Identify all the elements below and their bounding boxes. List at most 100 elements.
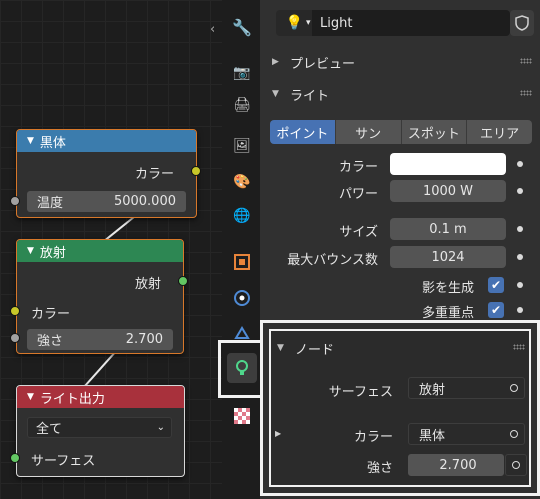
light-type-point[interactable]: ポイント <box>270 120 336 144</box>
expand-triangle-icon: ▶ <box>272 57 279 67</box>
light-output-node[interactable]: ▼ ライト出力 全て ⌄ サーフェス <box>16 385 185 477</box>
collapse-triangle-icon[interactable]: ▼ <box>27 246 34 256</box>
chevron-down-icon: ▾ <box>305 18 311 28</box>
expand-triangle-icon[interactable]: ▶ <box>275 429 281 438</box>
properties-tab-column: 🔧 📷 🖨 🖼 🎨 🌐 <box>222 0 260 499</box>
emission-output-socket[interactable] <box>178 276 188 286</box>
scene-icon: 🎨 <box>233 174 251 190</box>
light-panel-title: ライト <box>290 88 330 104</box>
tab-view-layer[interactable]: 🖼 <box>227 131 257 161</box>
color-label: カラー <box>338 160 378 175</box>
blackbody-color-output-socket[interactable] <box>191 166 201 176</box>
tab-texture[interactable] <box>227 401 257 431</box>
temperature-input-socket[interactable] <box>10 196 20 206</box>
target-select[interactable]: 全て ⌄ <box>27 417 172 438</box>
drag-grip-icon[interactable] <box>520 90 532 96</box>
light-name-value: Light <box>320 15 353 31</box>
size-field[interactable]: 0.1 m <box>390 218 506 240</box>
strength-link-socket-button[interactable] <box>505 454 527 476</box>
color-link-value: 黒体 <box>419 428 446 444</box>
multiple-importance-checkbox[interactable]: ✔ <box>488 302 504 318</box>
strength-value: 2.700 <box>125 332 163 347</box>
keyframe-dot-icon[interactable] <box>517 188 523 194</box>
temperature-label: 温度 <box>37 196 64 211</box>
drag-grip-icon[interactable] <box>513 344 525 350</box>
strength-label: 強さ <box>37 334 64 349</box>
node-editor[interactable]: ▼ 黒体 カラー 温度 5000.000 ▼ 放射 放射 カラー 強さ 2.70… <box>0 0 222 499</box>
tab-render[interactable]: 📷 <box>227 58 257 88</box>
color-swatch[interactable] <box>390 153 506 175</box>
emission-node[interactable]: ▼ 放射 放射 カラー 強さ 2.700 <box>16 239 184 354</box>
blackbody-node[interactable]: ▼ 黒体 カラー 温度 5000.000 <box>16 129 197 218</box>
chevron-left-icon[interactable]: ‹ <box>210 22 215 37</box>
multiple-importance-label: 多重重点 <box>421 306 474 321</box>
strength-link-value: 2.700 <box>439 457 477 473</box>
strength-link-label: 強さ <box>366 461 393 476</box>
render-icon: 📷 <box>233 65 251 81</box>
emission-node-header[interactable]: ▼ 放射 <box>17 240 183 262</box>
keyframe-dot-icon[interactable] <box>517 254 523 260</box>
light-type-area[interactable]: エリア <box>467 120 532 144</box>
blackbody-node-header[interactable]: ▼ 黒体 <box>17 130 196 152</box>
color-link-label: カラー <box>353 430 393 445</box>
nodes-panel-highlight: ▼ ノード サーフェス 放射 ▶ カラー 黒体 強さ 2.700 <box>260 320 540 496</box>
surface-link-value: 放射 <box>419 382 446 398</box>
view-layer-icon: 🖼 <box>233 138 251 154</box>
tab-scene[interactable]: 🎨 <box>227 167 257 197</box>
light-output-node-header[interactable]: ▼ ライト出力 <box>17 386 184 408</box>
cast-shadow-checkbox[interactable]: ✔ <box>488 277 504 293</box>
fake-user-button[interactable] <box>510 10 534 36</box>
wrench-screwdriver-icon: 🔧 <box>232 17 252 37</box>
preview-panel-header[interactable]: ▶ プレビュー <box>260 48 540 76</box>
power-label: パワー <box>338 187 378 202</box>
blackbody-color-output-label: カラー <box>134 167 174 182</box>
surface-input-socket[interactable] <box>10 453 20 463</box>
keyframe-dot-icon[interactable] <box>517 282 523 288</box>
light-name-field[interactable]: Light <box>312 10 510 36</box>
emission-color-input-socket[interactable] <box>10 306 20 316</box>
tab-physics[interactable] <box>227 283 257 313</box>
socket-circle-icon <box>512 461 520 469</box>
surface-input-label: サーフェス <box>31 454 96 469</box>
output-icon: 🖨 <box>233 97 251 113</box>
power-field[interactable]: 1000 W <box>390 180 506 202</box>
collapse-triangle-icon[interactable]: ▼ <box>27 392 34 402</box>
emission-output-label: 放射 <box>134 277 161 292</box>
socket-circle-icon <box>510 430 518 438</box>
shield-icon <box>515 15 529 31</box>
collapse-triangle-icon[interactable]: ▼ <box>27 136 34 146</box>
world-icon: 🌐 <box>233 208 251 224</box>
strength-field[interactable]: 強さ 2.700 <box>27 329 173 350</box>
tab-object[interactable] <box>227 247 257 277</box>
emission-node-title: 放射 <box>39 245 66 261</box>
strength-link-field[interactable]: 2.700 <box>408 454 504 476</box>
light-panel-header[interactable]: ▼ ライト <box>260 80 540 108</box>
color-link-field[interactable]: 黒体 <box>408 423 525 445</box>
light-output-node-title: ライト出力 <box>39 391 105 407</box>
properties-header: 💡 ▾ Light <box>260 0 540 46</box>
surface-link-field[interactable]: 放射 <box>408 377 525 399</box>
surface-label: サーフェス <box>328 385 393 400</box>
size-label: サイズ <box>339 225 378 240</box>
max-bounces-field[interactable]: 1024 <box>390 246 506 268</box>
strength-input-socket[interactable] <box>10 333 20 343</box>
light-bulb-icon: 💡 <box>285 15 303 31</box>
keyframe-dot-icon[interactable] <box>517 307 523 313</box>
temperature-field[interactable]: 温度 5000.000 <box>27 191 186 212</box>
tab-output[interactable]: 🖨 <box>227 90 257 120</box>
cast-shadow-label: 影を生成 <box>421 281 474 296</box>
object-icon <box>234 254 250 270</box>
drag-grip-icon[interactable] <box>520 58 532 64</box>
light-type-selector: ポイント サン スポット エリア <box>270 120 532 144</box>
light-type-spot[interactable]: スポット <box>401 120 468 144</box>
keyframe-dot-icon[interactable] <box>517 226 523 232</box>
tab-world[interactable]: 🌐 <box>227 201 257 231</box>
nodes-panel-header[interactable]: ▼ ノード <box>271 334 529 362</box>
chevron-down-icon: ⌄ <box>156 422 165 433</box>
keyframe-dot-icon[interactable] <box>517 161 523 167</box>
tab-tool[interactable]: 🔧 <box>227 12 257 42</box>
preview-panel-title: プレビュー <box>290 56 356 72</box>
collapse-triangle-icon: ▼ <box>272 89 279 99</box>
collapse-triangle-icon: ▼ <box>277 343 284 353</box>
light-type-sun[interactable]: サン <box>335 120 402 144</box>
